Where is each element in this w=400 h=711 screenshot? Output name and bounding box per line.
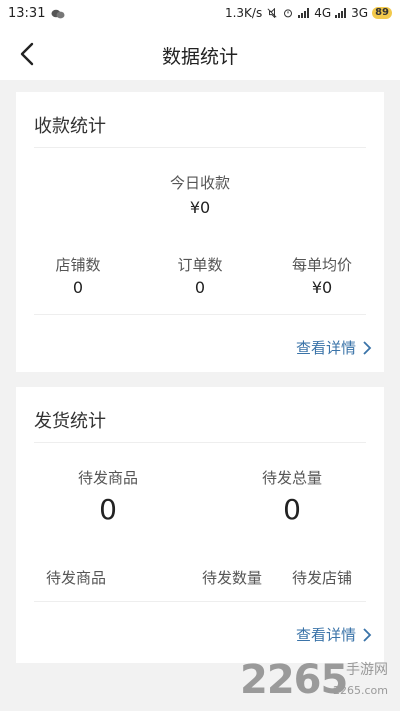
page-title: 数据统计 (161, 46, 238, 68)
avg-price-value: ¥0 (311, 278, 333, 297)
watermark-brand: 2265 (240, 657, 348, 703)
wechat-icon (51, 9, 65, 18)
status-time: 13:31 (8, 6, 46, 21)
net-speed: 1.3K/s (224, 6, 263, 20)
shipping-stats-title: 发货统计 (34, 411, 106, 432)
status-right: 1.3K/s 4G 3G 89 (225, 6, 392, 20)
divider (34, 147, 366, 148)
watermark-logo: 2265 手游网 2265.com (240, 653, 390, 703)
pending-goods-value: 0 (99, 493, 117, 526)
col-pending-quantity: 待发数量 (202, 569, 263, 587)
chevron-right-icon (363, 627, 372, 642)
battery-icon: 89 (372, 7, 392, 19)
shipping-stats-card: 发货统计 待发商品 0 待发总量 0 待发商品 待发数量 待发店铺 查看详情 (16, 387, 384, 663)
pending-total-label: 待发总量 (261, 469, 322, 487)
signal-3g-icon (335, 8, 347, 18)
pending-total-value: 0 (283, 493, 301, 526)
avg-price-label: 每单均价 (291, 256, 352, 274)
app-header: 数据统计 (0, 28, 400, 80)
order-count-value: 0 (194, 278, 206, 297)
store-count-value: 0 (72, 278, 84, 297)
status-bar: 13:31 1.3K/s 4G 3G 89 (0, 0, 400, 28)
net-3g-label: 3G (351, 6, 369, 20)
chevron-right-icon (363, 340, 372, 355)
collection-stats-card: 收款统计 今日收款 ¥0 店铺数 0 订单数 0 每单均价 ¥0 查看详情 (16, 92, 384, 372)
net-4g-label: 4G (314, 6, 332, 20)
pending-goods-label: 待发商品 (77, 469, 138, 487)
status-left: 13:31 (8, 6, 65, 21)
today-collection-value: ¥0 (189, 198, 211, 217)
shipping-detail-link[interactable]: 查看详情 (296, 624, 372, 645)
divider (34, 314, 366, 315)
order-count-label: 订单数 (177, 256, 223, 274)
detail-link-label: 查看详情 (295, 339, 356, 357)
today-collection-label: 今日收款 (169, 174, 230, 192)
watermark-site: 手游网 (346, 662, 388, 678)
detail-link-label: 查看详情 (295, 626, 356, 644)
alarm-icon (284, 9, 293, 18)
divider (34, 442, 366, 443)
divider (34, 601, 366, 602)
collection-stats-title: 收款统计 (34, 116, 106, 137)
collection-detail-link[interactable]: 查看详情 (296, 337, 372, 358)
signal-4g-icon (298, 8, 310, 18)
col-pending-stores: 待发店铺 (292, 569, 353, 587)
watermark-url: 2265.com (333, 684, 388, 697)
store-count-label: 店铺数 (55, 256, 101, 274)
silent-icon (267, 8, 277, 18)
col-pending-goods: 待发商品 (46, 569, 107, 587)
